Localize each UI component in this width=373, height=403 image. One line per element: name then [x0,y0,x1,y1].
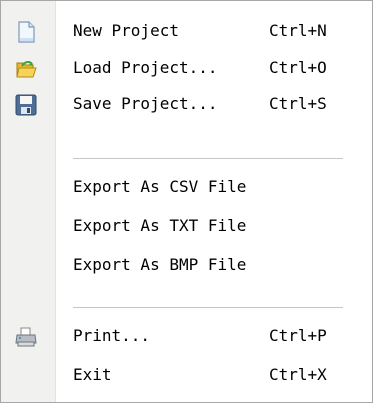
menu-item-label: Load Project... [73,58,218,77]
menu-item-label: Print... [73,326,151,345]
menu-item-shortcut: Ctrl+P [269,326,327,345]
open-folder-icon [14,57,38,81]
menu-item-print[interactable]: Print... Ctrl+P [1,319,372,353]
menu-item-label: New Project [73,21,179,40]
menu-item-exit[interactable]: Exit Ctrl+X [1,358,372,392]
menu-item-label: Export As TXT File [73,216,247,235]
file-menu: New Project Ctrl+N Load Project... Ctrl+… [0,0,373,403]
menu-item-shortcut: Ctrl+S [269,94,327,113]
menu-item-shortcut: Ctrl+O [269,58,327,77]
menu-item-label: Save Project... [73,94,218,113]
menu-item-load-project[interactable]: Load Project... Ctrl+O [1,51,372,85]
menu-item-new-project[interactable]: New Project Ctrl+N [1,14,372,48]
printer-icon [14,325,38,349]
new-document-icon [14,20,38,44]
menu-item-shortcut: Ctrl+X [269,365,327,384]
menu-item-label: Export As BMP File [73,255,247,274]
menu-item-label: Export As CSV File [73,177,247,196]
menu-separator [73,158,343,159]
menu-separator [73,307,343,308]
save-disk-icon [14,93,38,117]
menu-item-label: Exit [73,365,112,384]
menu-item-export-csv[interactable]: Export As CSV File [1,170,372,204]
menu-item-export-txt[interactable]: Export As TXT File [1,209,372,243]
menu-item-export-bmp[interactable]: Export As BMP File [1,248,372,282]
menu-item-shortcut: Ctrl+N [269,21,327,40]
menu-item-save-project[interactable]: Save Project... Ctrl+S [1,87,372,121]
